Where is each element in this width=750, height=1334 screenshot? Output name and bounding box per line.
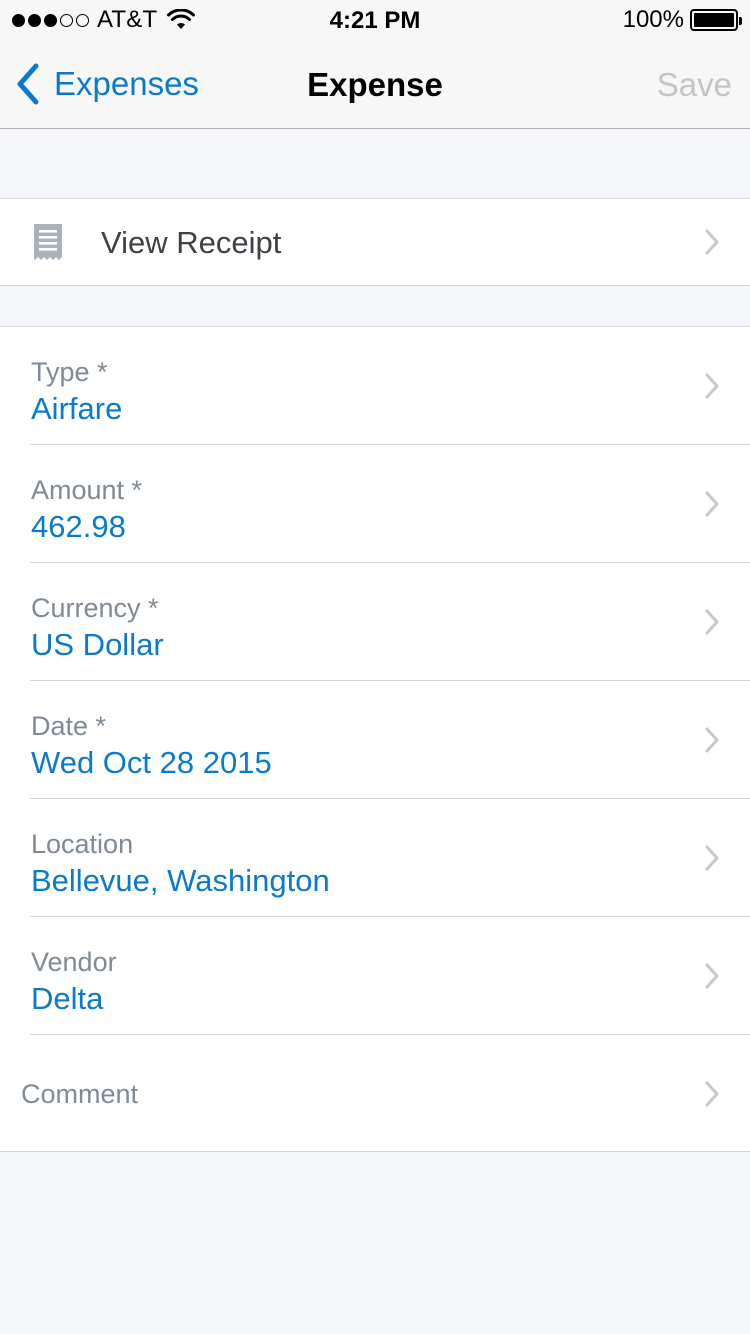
chevron-left-icon xyxy=(17,63,39,105)
status-bar: AT&T 4:21 PM 100% xyxy=(0,0,750,40)
field-label: Location xyxy=(31,829,134,859)
battery-tip xyxy=(739,17,742,25)
chevron-right-icon xyxy=(705,845,719,871)
chevron-right-icon xyxy=(705,727,719,753)
battery-fill xyxy=(694,13,734,27)
back-button-label: Expenses xyxy=(54,65,199,102)
navigation-bar: Expenses Expense Save xyxy=(0,40,750,129)
chevron-right-icon xyxy=(705,609,719,635)
chevron-right-icon xyxy=(705,373,719,399)
field-value: Bellevue, Washington xyxy=(31,863,330,898)
field-row-vendor[interactable]: Vendor Delta xyxy=(0,917,750,1035)
chevron-right-icon xyxy=(705,229,719,255)
field-value: Delta xyxy=(31,981,104,1016)
battery-icon xyxy=(690,9,742,31)
field-row-amount[interactable]: Amount * 462.98 xyxy=(0,445,750,563)
field-row-currency[interactable]: Currency * US Dollar xyxy=(0,563,750,681)
field-row-type[interactable]: Type * Airfare xyxy=(0,327,750,445)
field-value: 462.98 xyxy=(31,509,126,544)
expense-fields-section: Type * Airfare Amount * 462.98 Currency … xyxy=(0,326,750,1152)
field-label: Date * xyxy=(31,711,107,741)
field-label: Amount * xyxy=(31,475,143,505)
save-button[interactable]: Save xyxy=(657,66,732,104)
field-value: US Dollar xyxy=(31,627,164,662)
receipt-icon xyxy=(34,224,62,260)
field-label: Currency * xyxy=(31,593,159,623)
comment-label: Comment xyxy=(21,1079,139,1109)
comment-row[interactable]: Comment xyxy=(0,1035,750,1153)
chevron-right-icon xyxy=(705,491,719,517)
field-value: Wed Oct 28 2015 xyxy=(31,745,272,780)
chevron-right-icon xyxy=(705,1081,719,1107)
field-value: Airfare xyxy=(31,391,123,426)
field-row-location[interactable]: Location Bellevue, Washington xyxy=(0,799,750,917)
status-right: 100% xyxy=(622,6,742,33)
view-receipt-row[interactable]: View Receipt xyxy=(0,199,750,285)
battery-percentage: 100% xyxy=(622,6,684,33)
view-receipt-label: View Receipt xyxy=(101,225,282,260)
field-label: Type * xyxy=(31,357,108,387)
field-row-date[interactable]: Date * Wed Oct 28 2015 xyxy=(0,681,750,799)
field-label: Vendor xyxy=(31,947,117,977)
chevron-right-icon xyxy=(705,963,719,989)
receipt-section: View Receipt xyxy=(0,198,750,286)
back-button[interactable]: Expenses xyxy=(14,62,199,106)
